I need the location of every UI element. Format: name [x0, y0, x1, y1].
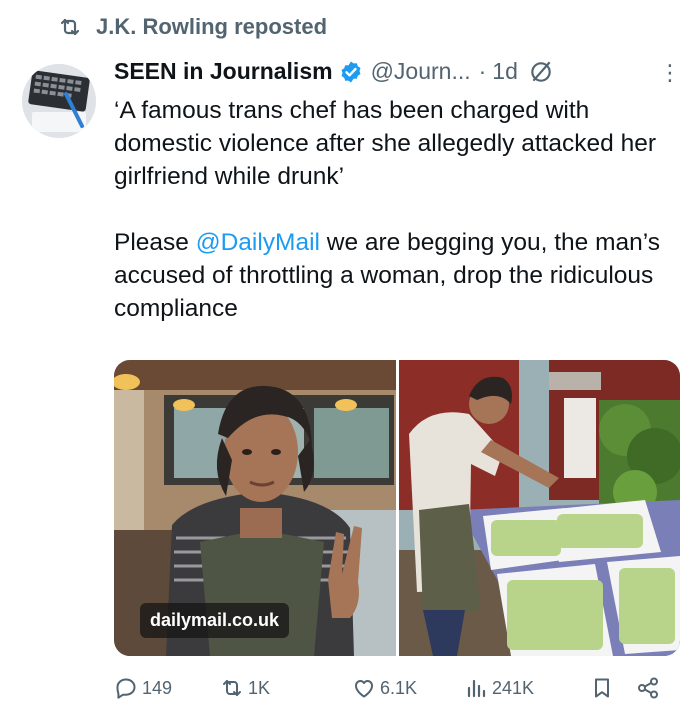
reply-button[interactable]: 149: [114, 676, 172, 700]
reply-count: 149: [142, 677, 173, 698]
grok-icon[interactable]: [528, 59, 554, 85]
repost-label: J.K. Rowling reposted: [96, 14, 328, 39]
views-icon: [467, 679, 486, 698]
media-grid: dailymail.co.uk: [114, 360, 680, 656]
tweet-header: SEEN in Journalism @Journ... · 1d ⋮: [114, 58, 682, 85]
author-handle[interactable]: @Journ...: [371, 58, 471, 85]
repost-header[interactable]: J.K. Rowling reposted: [58, 14, 327, 40]
bookmark-button[interactable]: [590, 676, 614, 700]
repost-icon: [223, 680, 241, 696]
repost-button[interactable]: 1K: [220, 676, 270, 700]
tweet-text: ‘A famous trans chef has been charged wi…: [114, 94, 674, 325]
share-icon: [638, 677, 658, 699]
reply-icon: [116, 678, 136, 699]
tweet-quote: ‘A famous trans chef has been charged wi…: [114, 97, 657, 190]
mention-link[interactable]: @DailyMail: [196, 229, 320, 256]
tweet-body: Please @DailyMail we are begging you, th…: [114, 226, 674, 325]
like-icon: [355, 680, 373, 698]
media-photo-right[interactable]: [398, 360, 680, 656]
like-count: 6.1K: [380, 677, 418, 698]
tweet-body-before: Please: [114, 229, 196, 256]
verified-badge-icon: [341, 61, 361, 82]
bookmark-icon: [595, 678, 609, 698]
views-count: 241K: [492, 677, 535, 698]
separator-dot: ·: [478, 58, 487, 84]
action-bar: 149 1K 6.1K 241K: [114, 676, 674, 706]
media-photo-left[interactable]: dailymail.co.uk: [114, 360, 396, 656]
share-button[interactable]: [636, 676, 660, 700]
watermark-label: dailymail.co.uk: [140, 603, 290, 638]
views-button[interactable]: 241K: [464, 676, 534, 700]
more-icon[interactable]: ⋮: [659, 60, 682, 86]
like-button[interactable]: 6.1K: [352, 676, 417, 700]
avatar[interactable]: [22, 64, 96, 138]
repost-icon: [60, 18, 80, 36]
repost-count: 1K: [248, 677, 271, 698]
timestamp[interactable]: 1d: [492, 58, 518, 85]
author-name[interactable]: SEEN in Journalism: [114, 58, 333, 85]
